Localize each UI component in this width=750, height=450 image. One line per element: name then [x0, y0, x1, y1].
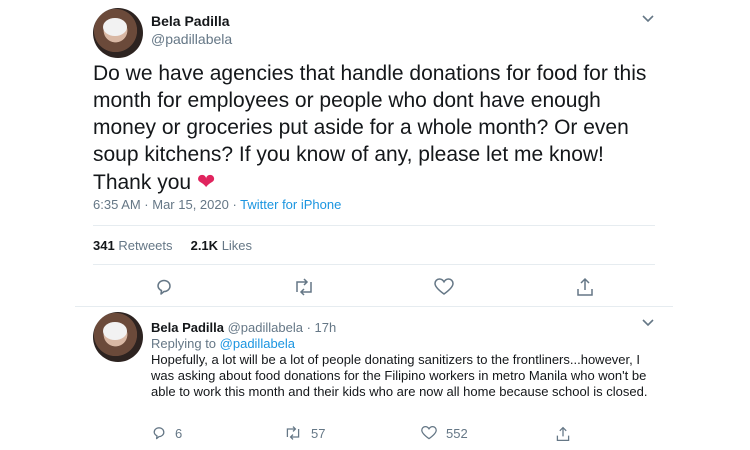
reply-icon[interactable]	[154, 277, 174, 297]
replying-to: Replying to @padillabela	[151, 336, 295, 351]
source-link[interactable]: Twitter for iPhone	[240, 197, 341, 212]
divider	[93, 225, 655, 226]
author-name[interactable]: Bela Padilla	[151, 13, 230, 29]
retweets-label: Retweets	[118, 238, 173, 253]
author-handle[interactable]: @padillabela	[151, 31, 232, 47]
reply-text: Hopefully, a lot will be a lot of people…	[151, 352, 648, 399]
likes-count: 2.1K	[190, 238, 219, 253]
divider	[93, 264, 655, 265]
reply-icon	[153, 427, 165, 440]
likes-stat[interactable]: 2.1K Likes	[191, 238, 252, 253]
tweet-meta: 6:35 AM · Mar 15, 2020 · Twitter for iPh…	[93, 197, 341, 212]
reply-header: Bela Padilla @padillabela · 17h	[151, 320, 336, 335]
tweet-body: Do we have agencies that handle donation…	[93, 62, 647, 194]
share-icon	[556, 426, 570, 442]
share-icon[interactable]	[575, 276, 595, 298]
retweet-icon	[286, 426, 300, 440]
avatar[interactable]	[93, 8, 143, 58]
retweet-icon[interactable]	[292, 277, 316, 297]
chevron-down-icon[interactable]	[641, 12, 655, 26]
reply-author-name[interactable]: Bela Padilla	[151, 320, 224, 335]
reply-retweet-button[interactable]: 57	[283, 425, 325, 441]
timestamp[interactable]: 6:35 AM · Mar 15, 2020 ·	[93, 197, 240, 212]
retweets-stat[interactable]: 341 Retweets	[93, 238, 173, 253]
heart-icon	[421, 425, 437, 440]
like-count: 552	[446, 425, 468, 441]
reply-count: 6	[175, 425, 183, 441]
retweet-count: 57	[311, 425, 326, 441]
reply-author-handle[interactable]: @padillabela · 17h	[228, 320, 337, 335]
reply-avatar[interactable]	[93, 312, 143, 362]
reply-share-button[interactable]	[555, 425, 571, 443]
heart-emoji: ❤	[196, 169, 216, 194]
reply-like-button[interactable]: 552	[420, 425, 468, 441]
tweet-card: Bela Padilla @padillabela Do we have age…	[75, 0, 673, 450]
heart-icon[interactable]	[433, 277, 455, 297]
chevron-down-icon[interactable]	[641, 316, 655, 330]
replying-prefix: Replying to	[151, 336, 220, 351]
reply-reply-button[interactable]: 6	[151, 425, 182, 441]
replying-to-link[interactable]: @padillabela	[220, 336, 295, 351]
divider	[75, 306, 673, 307]
tweet-text: Do we have agencies that handle donation…	[93, 60, 653, 196]
likes-label: Likes	[221, 238, 253, 253]
engagement-stats: 341 Retweets 2.1K Likes	[93, 238, 252, 253]
retweets-count: 341	[93, 238, 115, 253]
